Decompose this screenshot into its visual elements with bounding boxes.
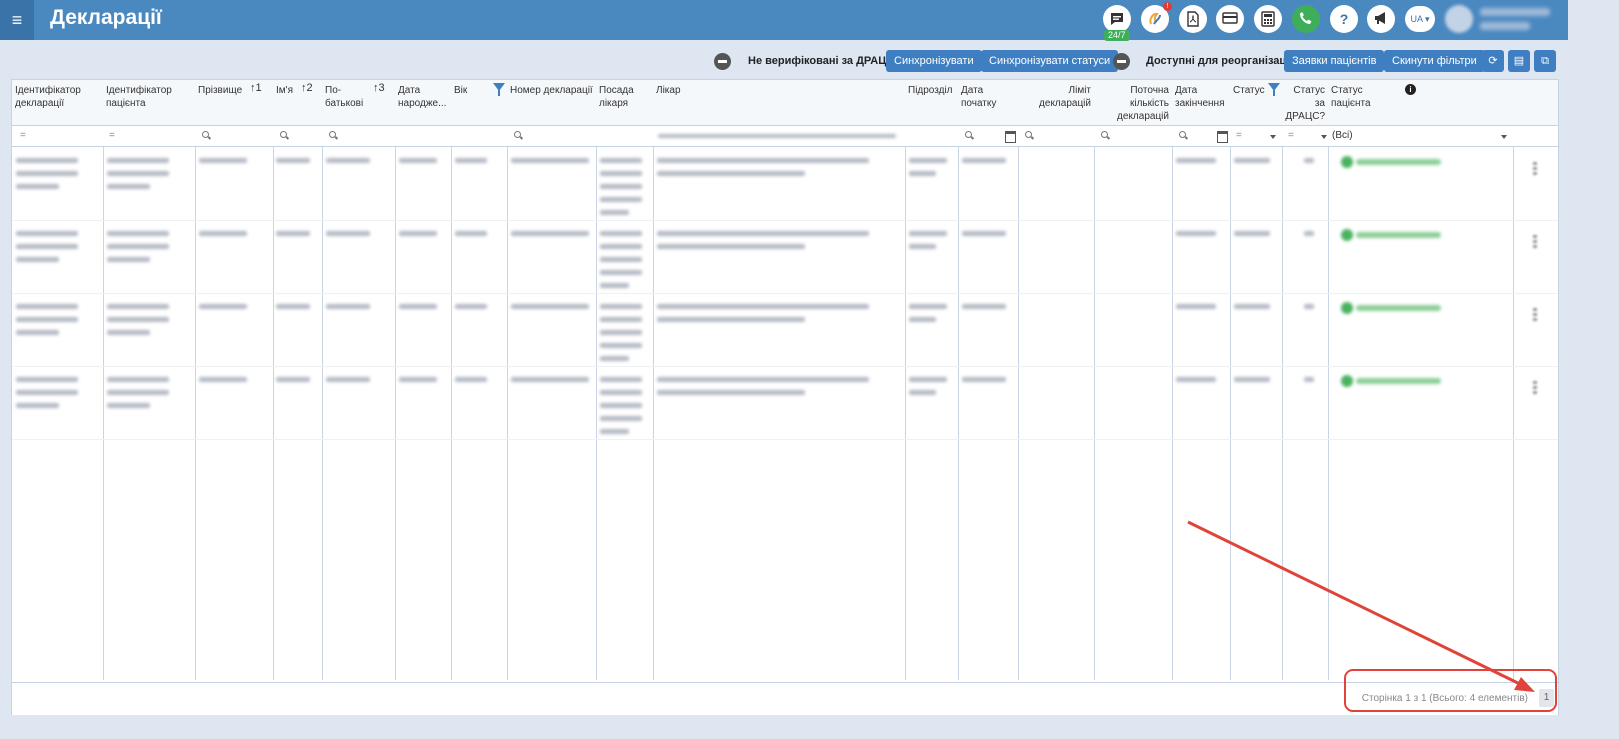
- annotation-arrow: [1187, 520, 1535, 692]
